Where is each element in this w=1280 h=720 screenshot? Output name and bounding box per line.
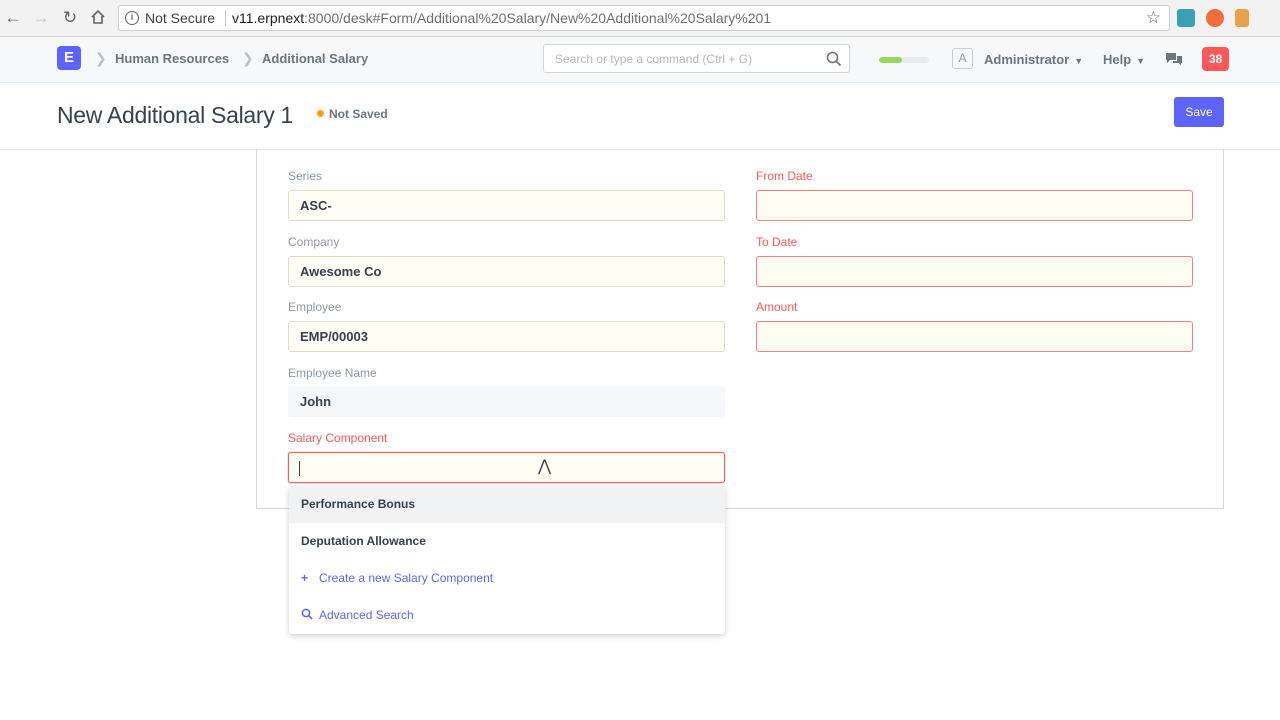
status-dot-icon [317,110,324,117]
ibeam-cursor-icon: ⋀ [538,456,552,475]
forward-arrow-icon[interactable]: → [31,8,51,28]
dropdown-item-performance-bonus[interactable]: Performance Bonus [289,486,725,523]
address-bar[interactable]: i Not Secure v11.erpnext:8000/desk#Form/… [118,5,1170,31]
notification-badge[interactable]: 38 [1202,47,1229,71]
status-indicator: Not Saved [317,107,388,121]
extension-icon[interactable] [1206,9,1224,27]
url-text: v11.erpnext:8000/desk#Form/Additional%20… [232,10,772,26]
series-select[interactable]: ASC- [288,190,725,221]
caret-down-icon: ▼ [1074,56,1084,66]
from-date-input[interactable] [756,190,1193,221]
chevron-right-icon: ❯ [95,50,107,66]
page-head: New Additional Salary 1 Not Saved Save [0,84,1280,150]
text-cursor [299,461,300,476]
search-icon [301,597,315,634]
employee-label: Employee [288,300,342,314]
amount-input[interactable] [756,321,1193,352]
to-date-label: To Date [756,235,798,249]
dropdown-item-deputation-allowance[interactable]: Deputation Allowance [289,523,725,560]
home-icon[interactable] [88,8,108,28]
info-icon[interactable]: i [125,11,139,25]
company-field[interactable]: Awesome Co [288,256,725,287]
series-label: Series [288,169,323,183]
advanced-search-link[interactable]: Advanced Search [289,597,725,634]
search-placeholder: Search or type a command (Ctrl + G) [555,52,753,66]
to-date-input[interactable] [756,256,1193,287]
page-title: New Additional Salary 1 [57,102,294,128]
avatar[interactable]: A [952,48,973,69]
salary-component-label: Salary Component [288,431,388,445]
back-arrow-icon[interactable]: ← [3,8,23,28]
chevron-right-icon: ❯ [242,50,254,66]
progress-fill [879,57,902,63]
caret-down-icon: ▼ [1136,56,1146,66]
breadcrumb-human-resources[interactable]: Human Resources [115,51,229,66]
awesome-bar[interactable]: Search or type a command (Ctrl + G) [543,44,850,73]
from-date-label: From Date [756,169,813,183]
breadcrumb-additional-salary[interactable]: Additional Salary [262,51,368,66]
search-icon [826,51,842,67]
help-menu[interactable]: Help ▼ [1103,52,1145,67]
progress-bar [879,57,929,63]
app-navbar: E ❯ Human Resources ❯ Additional Salary … [0,37,1280,83]
chat-icon[interactable] [1165,51,1183,67]
salary-component-input[interactable] [288,452,725,483]
app-logo[interactable]: E [57,46,81,70]
plus-icon: + [301,571,309,585]
amount-label: Amount [756,300,798,314]
save-button[interactable]: Save [1174,97,1224,127]
bookmark-star-icon[interactable]: ☆ [1146,8,1161,28]
employee-name-label: Employee Name [288,366,377,380]
browser-toolbar: ← → ↻ i Not Secure v11.erpnext:8000/desk… [0,0,1280,37]
reload-icon[interactable]: ↻ [60,8,80,28]
create-new-salary-component-link[interactable]: + Create a new Salary Component [289,560,725,597]
employee-name-value: John [288,386,725,417]
employee-field[interactable]: EMP/00003 [288,321,725,352]
url-divider [225,10,226,27]
extension-icon[interactable] [1235,9,1249,27]
company-label: Company [288,235,340,249]
extension-icon[interactable] [1177,9,1195,27]
user-menu[interactable]: Administrator ▼ [984,52,1083,67]
security-label: Not Secure [145,10,216,26]
autocomplete-dropdown: Performance Bonus Deputation Allowance +… [289,486,725,634]
